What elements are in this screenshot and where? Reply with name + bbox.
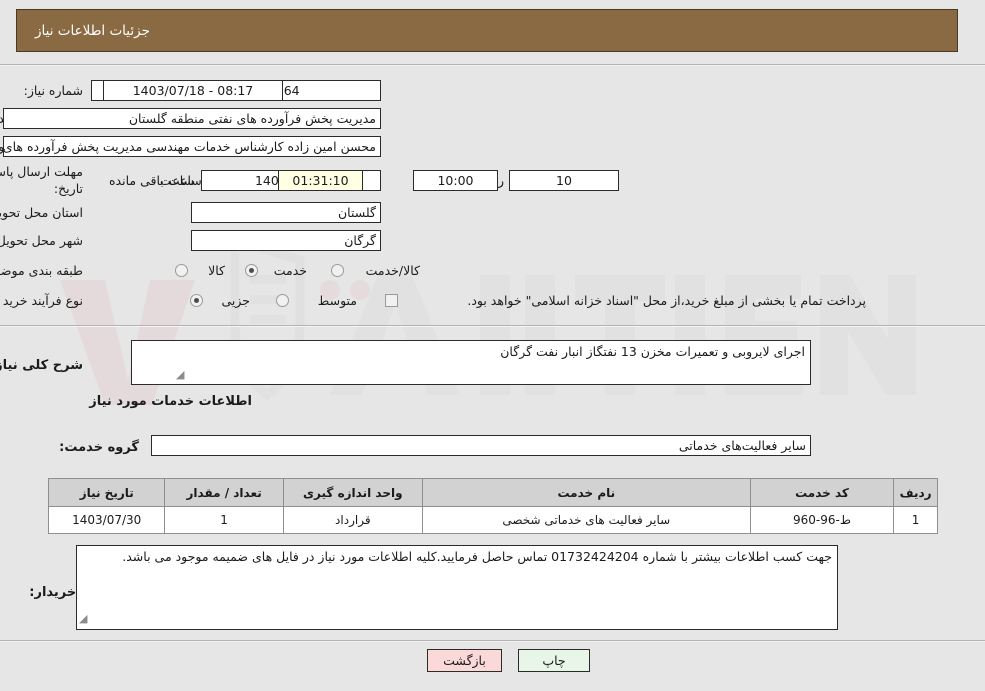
days-remaining-value: 10 (509, 170, 619, 191)
resize-grip-description[interactable]: ◢ (176, 368, 184, 381)
need-number-label: شماره نیاز: (23, 83, 83, 98)
deadline-label-line2: تاریخ: (53, 181, 83, 196)
city-label: شهر محل تحویل: (0, 233, 83, 248)
process-option-0-label: جزیی (221, 293, 250, 308)
divider-footer (0, 640, 985, 642)
countdown-value: 01:31:10 (278, 170, 363, 191)
services-table: ردیف کد خدمت نام خدمت واحد اندازه گیری ت… (47, 478, 938, 534)
col-quantity: تعداد / مقدار (164, 478, 284, 507)
resize-grip-notes[interactable]: ◢ (79, 612, 87, 625)
announce-value: 1403/07/18 - 08:17 (103, 80, 283, 101)
col-unit: واحد اندازه گیری (282, 478, 423, 507)
radio-process-jozei[interactable] (190, 294, 203, 307)
radio-category-khedmat[interactable] (245, 264, 258, 277)
divider-top (0, 64, 985, 66)
table-row: 1 ط-96-960 سایر فعالیت های خدماتی شخصی ق… (47, 506, 938, 534)
category-option-0-label: کالا (208, 263, 225, 278)
radio-category-kala-khedmat[interactable] (331, 264, 344, 277)
table-header-row: ردیف کد خدمت نام خدمت واحد اندازه گیری ت… (47, 478, 938, 507)
countdown-label: ساعت باقی مانده (109, 173, 202, 188)
category-option-1-label: خدمت (273, 263, 307, 278)
process-option-1-label: متوسط (317, 293, 357, 308)
cell-radif: 1 (893, 506, 938, 534)
page-title: جزئیات اطلاعات نیاز (35, 22, 150, 39)
buyer-org-value: مدیریت پخش فرآورده های نفتی منطقه گلستان (3, 108, 381, 129)
radio-process-motavasset[interactable] (276, 294, 289, 307)
services-section-heading: اطلاعات خدمات مورد نیاز (89, 394, 252, 409)
category-label: طبقه بندی موضوعی: (0, 263, 83, 278)
divider-info-bottom (0, 325, 985, 327)
cell-service-code: ط-96-960 (749, 506, 895, 534)
cell-need-date: 1403/07/30 (47, 506, 166, 534)
description-textarea[interactable] (131, 340, 811, 385)
print-button[interactable]: چاپ (518, 649, 590, 672)
province-label: استان محل تحویل: (0, 205, 83, 220)
process-label: نوع فرآیند خرید : (0, 293, 83, 308)
city-value: گرگان (191, 230, 381, 251)
deadline-label-line1: مهلت ارسال پاسخ: تا (0, 164, 83, 179)
col-need-date: تاریخ نیاز (47, 478, 166, 507)
col-service-code: کد خدمت (749, 478, 895, 507)
province-value: گلستان (191, 202, 381, 223)
service-group-label: گروه خدمت: (59, 440, 139, 455)
treasury-checkbox-label: پرداخت تمام یا بخشی از مبلغ خرید،از محل … (467, 293, 866, 308)
cell-quantity: 1 (164, 506, 284, 534)
service-group-value: سایر فعالیت‌های خدماتی (151, 435, 811, 456)
category-option-2-label: کالا/خدمت (365, 263, 420, 278)
col-radif: ردیف (893, 478, 938, 507)
description-label: شرح کلی نیاز: (0, 358, 83, 373)
buyer-notes-textarea[interactable] (76, 545, 838, 630)
page-title-bar: جزئیات اطلاعات نیاز (16, 9, 958, 52)
treasury-checkbox[interactable] (385, 294, 398, 307)
tender-detail-page: جزئیات اطلاعات نیاز شماره نیاز: 11030917… (0, 0, 985, 691)
cell-unit: قرارداد (282, 506, 423, 534)
back-button[interactable]: بازگشت (427, 649, 502, 672)
col-service-name: نام خدمت (421, 478, 751, 507)
deadline-time-value: 10:00 (413, 170, 498, 191)
requester-value: محسن امین زاده کارشناس خدمات مهندسی مدیر… (3, 136, 381, 157)
radio-category-kala[interactable] (175, 264, 188, 277)
cell-service-name: سایر فعالیت های خدماتی شخصی (421, 506, 751, 534)
